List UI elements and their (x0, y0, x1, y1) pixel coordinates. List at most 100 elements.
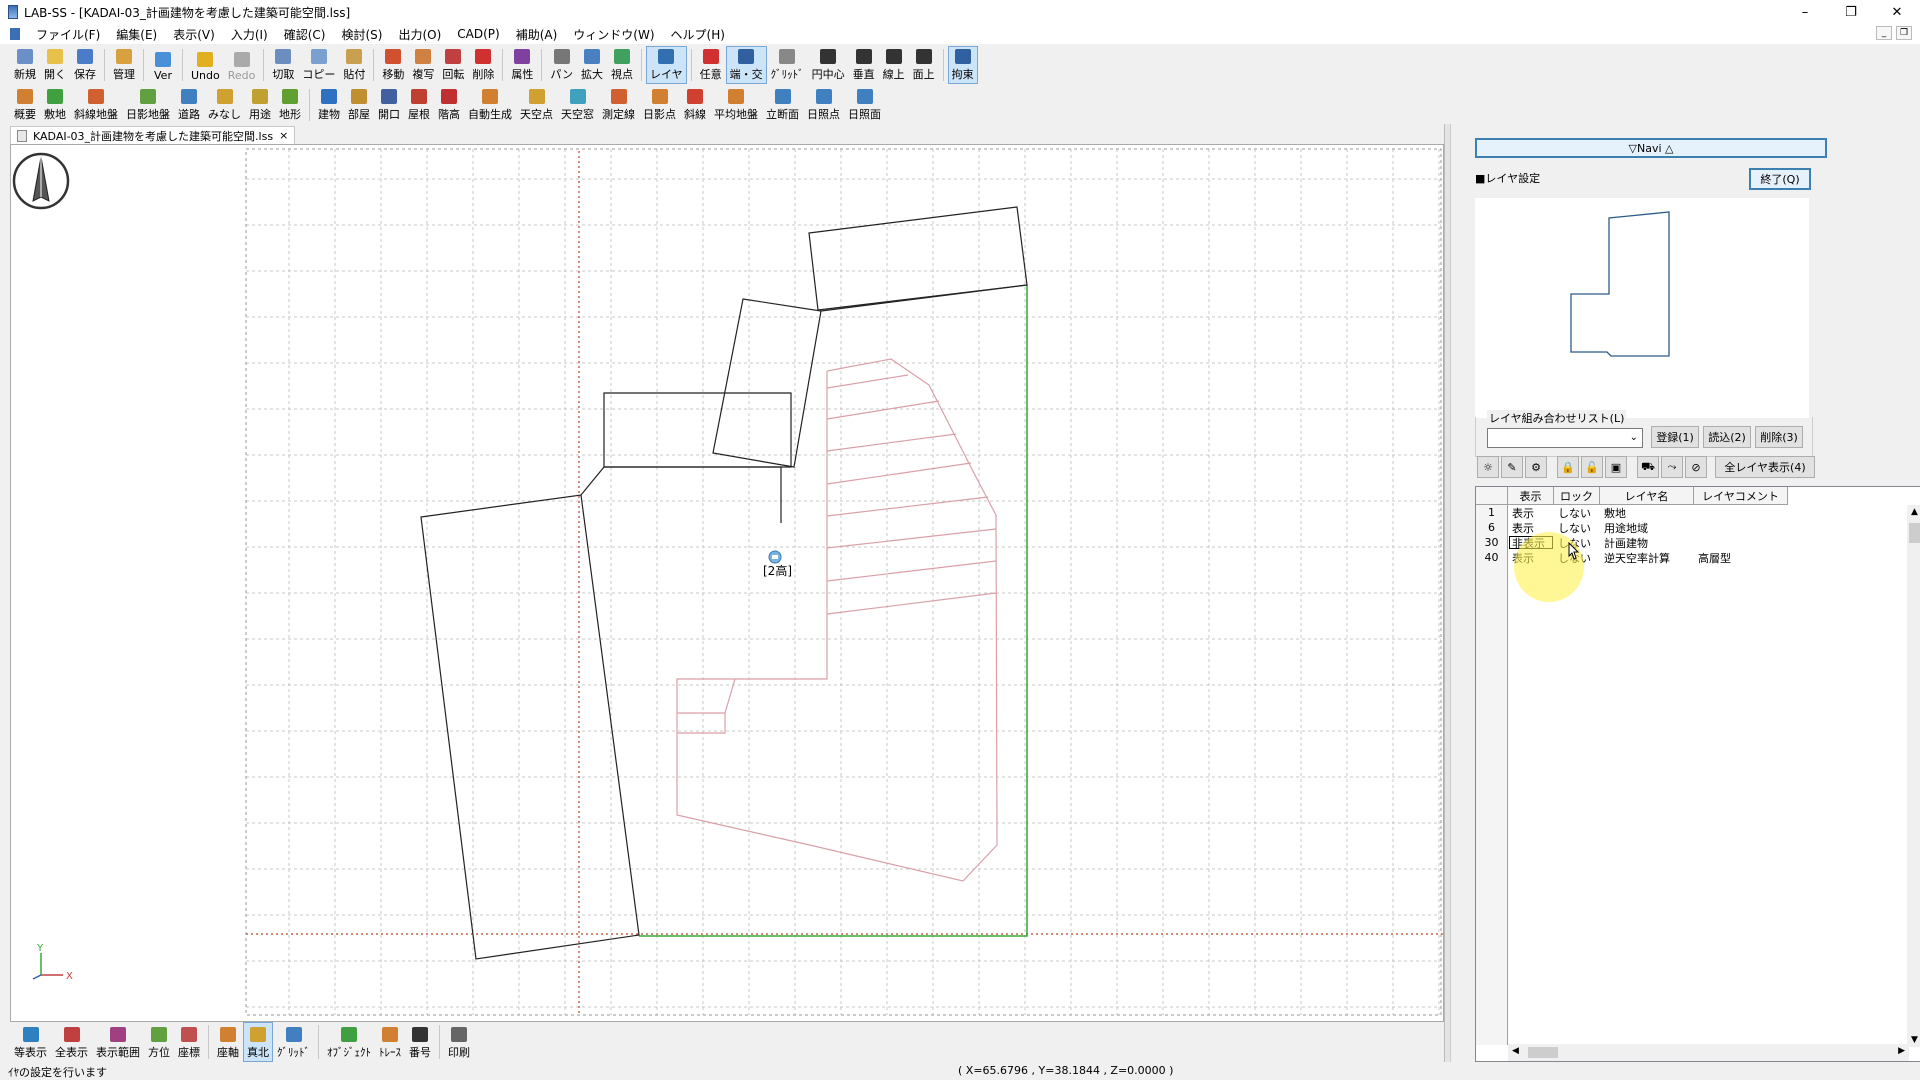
site-button[interactable]: 敷地 (40, 86, 70, 124)
end-button[interactable]: 終了(Q) (1749, 168, 1811, 190)
viewpoint-button[interactable]: 視点 (607, 46, 637, 84)
display-cell[interactable]: 表示 (1508, 505, 1554, 520)
move-button[interactable]: 移動 (378, 46, 408, 84)
menu-item-7[interactable]: CAD(P) (449, 27, 507, 41)
open-folder-button[interactable]: 開く (40, 46, 70, 84)
delete-button[interactable]: 削除 (468, 46, 498, 84)
navi-toggle-button[interactable]: ▽Navi △ (1475, 138, 1827, 158)
arbitrary-snap-button[interactable]: 任意 (696, 46, 726, 84)
average-ground-button[interactable]: 平均地盤 (710, 86, 762, 124)
layer-button[interactable]: レイヤ (645, 46, 687, 84)
coordinates-button[interactable]: 座標 (174, 1022, 204, 1062)
header-lock[interactable]: ロック (1554, 487, 1600, 505)
save-button[interactable]: 保存 (70, 46, 100, 84)
paste-button[interactable]: 貼付 (339, 46, 369, 84)
layer-name-cell[interactable]: 用途地域 (1600, 520, 1694, 535)
sunlight-face-button[interactable]: 日照面 (844, 86, 885, 124)
copy-button[interactable]: コピー (298, 46, 339, 84)
maximize-button[interactable]: ❐ (1828, 0, 1874, 24)
print-button[interactable]: 印刷 (444, 1022, 474, 1062)
new-file-button[interactable]: 新規 (10, 46, 40, 84)
view-range-button[interactable]: 表示範囲 (92, 1022, 144, 1062)
floor-height-button[interactable]: 階高 (434, 86, 464, 124)
grid-button[interactable]: ｸﾞﾘｯﾄﾞ (273, 1022, 314, 1062)
sun-icon[interactable]: ☼ (1477, 456, 1499, 478)
delete-combination-button[interactable]: 削除(3) (1755, 426, 1803, 448)
axis-button[interactable]: 座軸 (213, 1022, 243, 1062)
unlock-icon[interactable]: 🔓 (1581, 456, 1603, 478)
grid-vertical-scrollbar[interactable]: ▲ ▼ (1907, 505, 1920, 1047)
perpendicular-button[interactable]: 垂直 (849, 46, 879, 84)
cut-button[interactable]: 切取 (268, 46, 298, 84)
opening-button[interactable]: 開口 (374, 86, 404, 124)
deemed-button[interactable]: みなし (204, 86, 245, 124)
minimize-button[interactable]: – (1782, 0, 1828, 24)
section-button[interactable]: 立断面 (762, 86, 803, 124)
constraint-button[interactable]: 拘束 (947, 46, 978, 84)
show-all-layers-button[interactable]: 全レイヤ表示(4) (1715, 456, 1815, 478)
erase-icon[interactable]: ⊘ (1685, 456, 1707, 478)
terrain-button[interactable]: 地形 (275, 86, 305, 124)
use-zone-button[interactable]: 用途 (245, 86, 275, 124)
menu-item-9[interactable]: ウィンドウ(W) (565, 26, 662, 43)
layer-comment-cell[interactable] (1694, 520, 1788, 535)
measure-line-button[interactable]: 測定線 (598, 86, 639, 124)
register-button[interactable]: 登録(1) (1651, 426, 1699, 448)
slope-line-button[interactable]: 斜線 (680, 86, 710, 124)
undo-button[interactable]: Undo (187, 46, 224, 84)
layer-row[interactable]: 6 表示 しない 用途地域 (1476, 520, 1788, 535)
close-button[interactable]: ✕ (1874, 0, 1920, 24)
fit-all-button[interactable]: 全表示 (51, 1022, 92, 1062)
sunlight-point-button[interactable]: 日照点 (803, 86, 844, 124)
sky-point-button[interactable]: 天空点 (516, 86, 557, 124)
building-button[interactable]: 建物 (314, 86, 344, 124)
auto-generate-button[interactable]: 自動生成 (464, 86, 516, 124)
number-button[interactable]: 番号 (405, 1022, 435, 1062)
duplicate-button[interactable]: 複写 (408, 46, 438, 84)
menu-item-3[interactable]: 入力(I) (223, 26, 276, 43)
pan-button[interactable]: パン (546, 46, 577, 84)
link-icon[interactable]: ⤳ (1661, 456, 1683, 478)
header-display[interactable]: 表示 (1508, 487, 1554, 505)
trace-button[interactable]: ﾄﾚｰｽ (375, 1022, 405, 1062)
layer-combination-select[interactable]: ⌄ (1487, 428, 1643, 448)
lock-cell[interactable]: しない (1554, 505, 1600, 520)
layer-comment-cell[interactable] (1694, 505, 1788, 520)
mdi-restore-button[interactable]: ❐ (1896, 26, 1912, 40)
header-layer-comment[interactable]: レイヤコメント (1694, 487, 1788, 505)
true-north-button[interactable]: 真北 (243, 1022, 273, 1062)
layer-name-cell[interactable]: 敷地 (1600, 505, 1694, 520)
menu-item-6[interactable]: 出力(O) (390, 26, 449, 43)
endpoint-snap-button[interactable]: 端・交 (725, 46, 767, 84)
load-button[interactable]: 読込(2) (1703, 426, 1751, 448)
layer-name-cell[interactable]: 逆天空率計算 (1600, 550, 1694, 565)
layer-comment-cell[interactable]: 高層型 (1694, 550, 1788, 565)
menu-item-0[interactable]: ファイル(F) (28, 26, 108, 43)
menu-item-2[interactable]: 表示(V) (165, 26, 223, 43)
menu-item-4[interactable]: 確認(C) (276, 26, 334, 43)
truck-icon[interactable]: ⛟ (1637, 456, 1659, 478)
lock-cell[interactable]: しない (1554, 520, 1600, 535)
lock-icon[interactable]: 🔒 (1557, 456, 1579, 478)
slope-ground-button[interactable]: 斜線地盤 (70, 86, 122, 124)
menu-item-5[interactable]: 検討(S) (333, 26, 390, 43)
object-button[interactable]: ｵﾌﾞｼﾞｪｸﾄ (323, 1022, 375, 1062)
layer-name-cell[interactable]: 計画建物 (1600, 535, 1694, 550)
overview-button[interactable]: 概要 (10, 86, 40, 124)
version-button[interactable]: Ver (148, 46, 178, 84)
document-tab-close[interactable]: × (279, 129, 288, 142)
menu-item-10[interactable]: ヘルプ(H) (663, 26, 733, 43)
lock-all-icon[interactable]: ▣ (1605, 456, 1627, 478)
document-tab[interactable]: KADAI-03_計画建物を考慮した建築可能空間.lss × (10, 126, 296, 144)
drawing-canvas[interactable]: [2高] Y X (10, 144, 1444, 1022)
redo-button[interactable]: Redo (224, 46, 260, 84)
menu-item-8[interactable]: 補助(A) (508, 26, 566, 43)
pen-icon[interactable]: ✎ (1501, 456, 1523, 478)
layer-row[interactable]: 1 表示 しない 敷地 (1476, 505, 1788, 520)
shadow-ground-button[interactable]: 日影地盤 (122, 86, 174, 124)
gear-icon[interactable]: ⚙ (1525, 456, 1547, 478)
mdi-minimize-button[interactable]: _ (1876, 26, 1892, 40)
manage-button[interactable]: 管理 (109, 46, 139, 84)
orientation-button[interactable]: 方位 (144, 1022, 174, 1062)
equal-view-button[interactable]: 等表示 (10, 1022, 51, 1062)
